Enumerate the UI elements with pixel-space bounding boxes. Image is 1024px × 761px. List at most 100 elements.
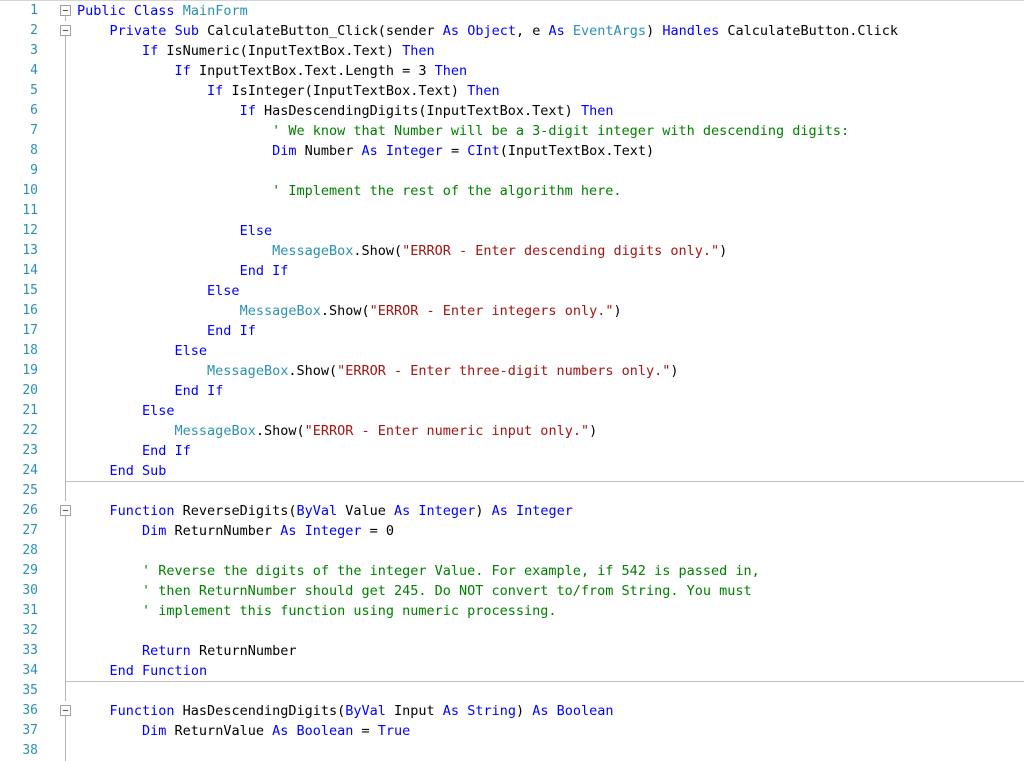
code-text[interactable]: End If: [77, 321, 256, 341]
code-line[interactable]: 16 MessageBox.Show("ERROR - Enter intege…: [0, 301, 1024, 321]
code-text[interactable]: Else: [77, 341, 207, 361]
code-line[interactable]: 10 ' Implement the rest of the algorithm…: [0, 181, 1024, 201]
code-line[interactable]: 18 Else: [0, 341, 1024, 361]
code-line[interactable]: 24 End Sub: [0, 461, 1024, 481]
code-line[interactable]: 17 End If: [0, 321, 1024, 341]
code-lines-container[interactable]: 1Public Class MainForm2 Private Sub Calc…: [0, 1, 1024, 761]
code-text[interactable]: Function ReverseDigits(ByVal Value As In…: [77, 501, 573, 521]
code-line[interactable]: 37 Dim ReturnValue As Boolean = True: [0, 721, 1024, 741]
code-text[interactable]: End Sub: [77, 461, 166, 481]
code-line[interactable]: 36 Function HasDescendingDigits(ByVal In…: [0, 701, 1024, 721]
code-line[interactable]: 30 ' then ReturnNumber should get 245. D…: [0, 581, 1024, 601]
code-text[interactable]: Return ReturnNumber: [77, 641, 296, 661]
code-line[interactable]: 25: [0, 481, 1024, 501]
outline-column: [58, 221, 74, 241]
code-line[interactable]: 1Public Class MainForm: [0, 1, 1024, 21]
code-text[interactable]: Public Class MainForm: [77, 1, 248, 21]
line-number: 35: [0, 681, 38, 701]
code-token-pln: Number: [296, 143, 361, 159]
collapse-minus-icon[interactable]: [60, 705, 71, 716]
code-text[interactable]: If HasDescendingDigits(InputTextBox.Text…: [77, 101, 613, 121]
code-text[interactable]: ' We know that Number will be a 3-digit …: [77, 121, 849, 141]
code-text[interactable]: Else: [77, 281, 240, 301]
code-line[interactable]: 29 ' Reverse the digits of the integer V…: [0, 561, 1024, 581]
code-text[interactable]: ' Implement the rest of the algorithm he…: [77, 181, 622, 201]
code-line[interactable]: 7 ' We know that Number will be a 3-digi…: [0, 121, 1024, 141]
outline-column: [58, 141, 74, 161]
code-text[interactable]: If InputTextBox.Text.Length = 3 Then: [77, 61, 467, 81]
line-number: 7: [0, 121, 38, 141]
code-text[interactable]: If IsNumeric(InputTextBox.Text) Then: [77, 41, 435, 61]
line-number: 13: [0, 241, 38, 261]
outline-guide-line: [65, 441, 66, 461]
line-number: 6: [0, 101, 38, 121]
code-token-pln: [77, 503, 110, 519]
code-text[interactable]: Else: [77, 221, 272, 241]
code-text[interactable]: End If: [77, 441, 191, 461]
code-line[interactable]: 12 Else: [0, 221, 1024, 241]
code-line[interactable]: 20 End If: [0, 381, 1024, 401]
code-token-kw: Integer: [305, 523, 362, 539]
code-text[interactable]: MessageBox.Show("ERROR - Enter numeric i…: [77, 421, 597, 441]
outline-column: [58, 741, 74, 761]
code-token-pln: ReverseDigits(: [175, 503, 297, 519]
code-line[interactable]: 22 MessageBox.Show("ERROR - Enter numeri…: [0, 421, 1024, 441]
code-text[interactable]: ' implement this function using numeric …: [77, 601, 557, 621]
code-text[interactable]: End If: [77, 381, 223, 401]
outline-column: [58, 441, 74, 461]
code-text[interactable]: MessageBox.Show("ERROR - Enter integers …: [77, 301, 622, 321]
code-token-pln: [77, 523, 142, 539]
code-line[interactable]: 9: [0, 161, 1024, 181]
code-line[interactable]: 34 End Function: [0, 661, 1024, 681]
code-text[interactable]: Dim ReturnValue As Boolean = True: [77, 721, 410, 741]
code-line[interactable]: 2 Private Sub CalculateButton_Click(send…: [0, 21, 1024, 41]
code-token-pln: ): [613, 303, 621, 319]
code-line[interactable]: 28: [0, 541, 1024, 561]
code-line[interactable]: 27 Dim ReturnNumber As Integer = 0: [0, 521, 1024, 541]
code-line[interactable]: 5 If IsInteger(InputTextBox.Text) Then: [0, 81, 1024, 101]
code-token-pln: ): [589, 423, 597, 439]
code-text[interactable]: MessageBox.Show("ERROR - Enter three-dig…: [77, 361, 679, 381]
code-text[interactable]: MessageBox.Show("ERROR - Enter descendin…: [77, 241, 727, 261]
outline-column: [58, 301, 74, 321]
code-text[interactable]: Else: [77, 401, 175, 421]
code-line[interactable]: 26 Function ReverseDigits(ByVal Value As…: [0, 501, 1024, 521]
code-text[interactable]: ' then ReturnNumber should get 245. Do N…: [77, 581, 752, 601]
code-text[interactable]: Dim ReturnNumber As Integer = 0: [77, 521, 394, 541]
code-text[interactable]: Dim Number As Integer = CInt(InputTextBo…: [77, 141, 654, 161]
code-token-pln: [126, 3, 134, 19]
collapse-minus-icon[interactable]: [60, 505, 71, 516]
collapse-minus-icon[interactable]: [60, 25, 71, 36]
code-line[interactable]: 8 Dim Number As Integer = CInt(InputText…: [0, 141, 1024, 161]
code-line[interactable]: 32: [0, 621, 1024, 641]
code-line[interactable]: 11: [0, 201, 1024, 221]
outline-guide-line: [65, 181, 66, 201]
code-line[interactable]: 3 If IsNumeric(InputTextBox.Text) Then: [0, 41, 1024, 61]
code-text[interactable]: If IsInteger(InputTextBox.Text) Then: [77, 81, 500, 101]
code-text[interactable]: Function HasDescendingDigits(ByVal Input…: [77, 701, 614, 721]
outline-column: [58, 521, 74, 541]
code-line[interactable]: 19 MessageBox.Show("ERROR - Enter three-…: [0, 361, 1024, 381]
code-text[interactable]: ' Reverse the digits of the integer Valu…: [77, 561, 760, 581]
code-line[interactable]: 23 End If: [0, 441, 1024, 461]
code-line[interactable]: 35: [0, 681, 1024, 701]
code-line[interactable]: 14 End If: [0, 261, 1024, 281]
collapse-minus-icon[interactable]: [60, 5, 71, 16]
code-line[interactable]: 15 Else: [0, 281, 1024, 301]
line-number: 30: [0, 581, 38, 601]
code-text[interactable]: Private Sub CalculateButton_Click(sender…: [77, 21, 898, 41]
code-line[interactable]: 31 ' implement this function using numer…: [0, 601, 1024, 621]
code-token-kw: As: [394, 503, 410, 519]
outline-guide-line: [65, 141, 66, 161]
code-line[interactable]: 21 Else: [0, 401, 1024, 421]
code-line[interactable]: 38: [0, 741, 1024, 761]
code-editor[interactable]: 1Public Class MainForm2 Private Sub Calc…: [0, 0, 1024, 761]
code-line[interactable]: 13 MessageBox.Show("ERROR - Enter descen…: [0, 241, 1024, 261]
outline-column: [58, 681, 74, 701]
outline-column: [58, 281, 74, 301]
code-text[interactable]: End Function: [77, 661, 207, 681]
code-line[interactable]: 4 If InputTextBox.Text.Length = 3 Then: [0, 61, 1024, 81]
code-line[interactable]: 6 If HasDescendingDigits(InputTextBox.Te…: [0, 101, 1024, 121]
code-text[interactable]: End If: [77, 261, 288, 281]
code-line[interactable]: 33 Return ReturnNumber: [0, 641, 1024, 661]
